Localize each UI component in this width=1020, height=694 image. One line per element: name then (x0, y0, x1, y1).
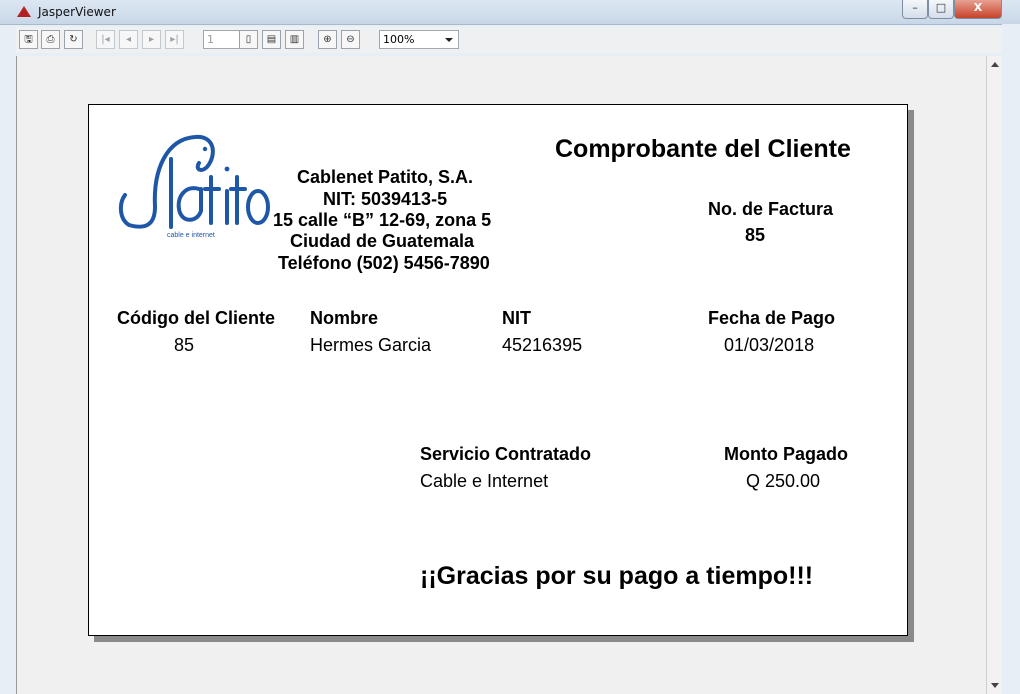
jasper-app-icon (17, 6, 31, 17)
viewer-toolbar: 🖫 ⎙ ↻ |◂ ◂ ▸ ▸| 1 ▯ ▤ ▥ ⊕ ⊖ 100% (16, 27, 1002, 53)
chevron-down-icon (445, 38, 453, 42)
reload-icon[interactable]: ↻ (64, 30, 83, 49)
amount-value: Q 250.00 (746, 471, 821, 491)
company-address: 15 calle “B” 12-69, zona 5 (273, 210, 492, 230)
nit-label: NIT (502, 308, 531, 328)
name-label: Nombre (310, 308, 379, 328)
vertical-scrollbar[interactable] (986, 56, 1003, 694)
patito-logo (118, 134, 270, 229)
payment-date-value: 01/03/2018 (724, 335, 815, 355)
window-title: JasperViewer (38, 5, 116, 19)
report-page: cable e internet Comprobante del Cliente… (88, 104, 908, 636)
invoice-label: No. de Factura (708, 199, 834, 219)
client-code-label: Código del Cliente (117, 308, 276, 328)
fit-width-icon[interactable]: ▥ (285, 30, 304, 49)
jasper-viewer-window: JasperViewer – □ X 🖫 ⎙ ↻ |◂ ◂ ▸ ▸| 1 ▯ ▤… (0, 0, 1020, 694)
zoom-out-icon[interactable]: ⊖ (341, 30, 360, 49)
save-icon[interactable]: 🖫 (19, 30, 38, 49)
company-city: Ciudad de Guatemala (290, 231, 475, 251)
window-border (1002, 24, 1020, 694)
service-value: Cable e Internet (420, 471, 549, 491)
payment-date-label: Fecha de Pago (708, 308, 836, 328)
company-nit: NIT: 5039413-5 (323, 189, 448, 209)
invoice-number: 85 (745, 225, 766, 245)
service-label: Servicio Contratado (420, 444, 592, 464)
first-page-icon[interactable]: |◂ (96, 30, 115, 49)
logo-subtext: cable e internet (167, 232, 215, 239)
company-name: Cablenet Patito, S.A. (297, 167, 474, 187)
next-page-icon[interactable]: ▸ (142, 30, 161, 49)
thank-you-message: ¡¡Gracias por su pago a tiempo!!! (420, 562, 814, 590)
scroll-down-icon[interactable] (991, 683, 999, 688)
zoom-select[interactable]: 100% (379, 30, 459, 49)
client-code-value: 85 (174, 335, 195, 355)
previous-page-icon[interactable]: ◂ (119, 30, 138, 49)
minimize-button[interactable]: – (902, 0, 928, 19)
last-page-icon[interactable]: ▸| (165, 30, 184, 49)
name-value: Hermes Garcia (310, 335, 432, 355)
zoom-value: 100% (383, 33, 415, 46)
zoom-in-icon[interactable]: ⊕ (318, 30, 337, 49)
fit-page-icon[interactable]: ▤ (262, 30, 281, 49)
nit-value: 45216395 (502, 335, 583, 355)
amount-label: Monto Pagado (724, 444, 848, 464)
report-title: Comprobante del Cliente (555, 135, 851, 163)
company-phone: Teléfono (502) 5456-7890 (278, 253, 490, 273)
maximize-button[interactable]: □ (928, 0, 954, 19)
print-icon[interactable]: ⎙ (41, 30, 60, 49)
scroll-up-icon[interactable] (991, 62, 999, 67)
page-number-input[interactable]: 1 (203, 30, 243, 49)
close-button[interactable]: X (954, 0, 1002, 19)
actual-size-icon[interactable]: ▯ (239, 30, 258, 49)
title-bar[interactable]: JasperViewer – □ X (0, 0, 1020, 25)
